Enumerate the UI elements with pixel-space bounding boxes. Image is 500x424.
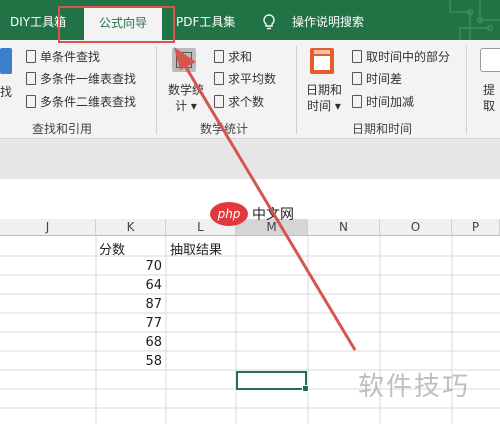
lookup-group-label: 查找和引用 — [32, 122, 93, 136]
date-time-big-label[interactable]: 日期和 时间 ▾ — [302, 82, 346, 114]
column-header-n[interactable]: N — [308, 219, 380, 236]
lightbulb-icon — [263, 14, 275, 30]
bookmark-icon — [214, 72, 224, 85]
active-cell-selection[interactable] — [236, 371, 309, 392]
score-cell[interactable]: 87 — [100, 297, 162, 312]
tab-pdf-tools[interactable]: PDF工具集 — [176, 0, 235, 40]
score-cell[interactable]: 68 — [100, 335, 162, 350]
bookmark-icon — [214, 50, 224, 63]
tab-highlight-box — [58, 6, 175, 43]
date-time-group-label: 日期和时间 — [352, 122, 413, 136]
single-condition-lookup-button[interactable]: 单条件查找 — [26, 49, 100, 65]
time-add-subtract-button[interactable]: 时间加减 — [352, 94, 414, 110]
bottom-watermark-text: 软件技巧 — [358, 372, 471, 402]
header-cell-result[interactable]: 抽取结果 — [170, 239, 222, 258]
tab-tell-me-search[interactable]: 操作说明搜索 — [292, 0, 364, 40]
score-cell[interactable]: 64 — [100, 278, 162, 293]
php-watermark-text: php — [217, 207, 241, 221]
extract-time-part-label: 取时间中的部分 — [366, 50, 451, 64]
math-stats-label-line1: 数学统 — [167, 83, 204, 97]
multi-condition-1d-lookup-button[interactable]: 多条件一维表查找 — [26, 71, 136, 87]
date-time-label-line2: 时间 ▾ — [307, 99, 341, 113]
php-watermark-logo: php — [210, 202, 248, 226]
multi-condition-2d-lookup-button[interactable]: 多条件二维表查找 — [26, 94, 136, 110]
average-button[interactable]: 求平均数 — [214, 71, 276, 87]
time-add-subtract-label: 时间加减 — [366, 95, 415, 109]
stats-group-label: 数学统计 — [200, 122, 249, 136]
column-header-o[interactable]: O — [380, 219, 452, 236]
column-header-j[interactable]: J — [0, 219, 96, 236]
ribbon-panel: 找 单条件查找 多条件一维表查找 多条件二维表查找 查找和引用 数学统 计 ▾ … — [0, 40, 500, 139]
column-header-k[interactable]: K — [96, 219, 166, 236]
average-label: 求平均数 — [228, 72, 277, 86]
math-stats-label-line2: 计 ▾ — [175, 99, 197, 113]
header-cell-score[interactable]: 分数 — [99, 239, 125, 258]
cn-watermark-text: 中文网 — [252, 207, 294, 223]
sheet-top-gap — [0, 179, 500, 219]
score-cell[interactable]: 70 — [100, 259, 162, 274]
formula-bar-area — [0, 139, 500, 179]
extract-time-part-button[interactable]: 取时间中的部分 — [352, 49, 450, 65]
count-label: 求个数 — [228, 95, 265, 109]
column-header-p[interactable]: P — [452, 219, 500, 236]
math-stats-big-label[interactable]: 数学统 计 ▾ — [166, 82, 206, 114]
multi-condition-2d-lookup-label: 多条件二维表查找 — [40, 95, 137, 109]
count-button[interactable]: 求个数 — [214, 94, 264, 110]
bookmark-icon — [352, 95, 362, 108]
calendar-icon[interactable] — [310, 48, 334, 74]
extract-big-label[interactable]: 提取 — [478, 82, 500, 114]
bookmark-icon — [26, 72, 36, 85]
bookmark-icon — [352, 50, 362, 63]
sum-label: 求和 — [228, 50, 253, 64]
group-divider — [296, 46, 297, 134]
time-difference-label: 时间差 — [366, 72, 403, 86]
bookmark-icon — [214, 95, 224, 108]
bookmark-icon — [26, 50, 36, 63]
bookmark-icon — [26, 95, 36, 108]
score-cell[interactable]: 58 — [100, 354, 162, 369]
group-divider — [466, 46, 467, 134]
bookmark-icon — [352, 72, 362, 85]
group-divider — [156, 46, 157, 134]
score-cell[interactable]: 77 — [100, 316, 162, 331]
time-difference-button[interactable]: 时间差 — [352, 71, 402, 87]
sum-button[interactable]: 求和 — [214, 49, 252, 65]
lookup-big-label: 找 — [0, 85, 13, 99]
circuit-decoration — [449, 0, 500, 40]
math-stats-big-icon[interactable] — [172, 48, 196, 72]
extract-big-icon[interactable] — [480, 48, 500, 72]
date-time-label-line1: 日期和 — [305, 83, 342, 97]
fill-handle[interactable] — [302, 385, 309, 392]
single-condition-lookup-label: 单条件查找 — [40, 50, 101, 64]
multi-condition-1d-lookup-label: 多条件一维表查找 — [40, 72, 137, 86]
lookup-big-icon[interactable] — [0, 48, 12, 74]
